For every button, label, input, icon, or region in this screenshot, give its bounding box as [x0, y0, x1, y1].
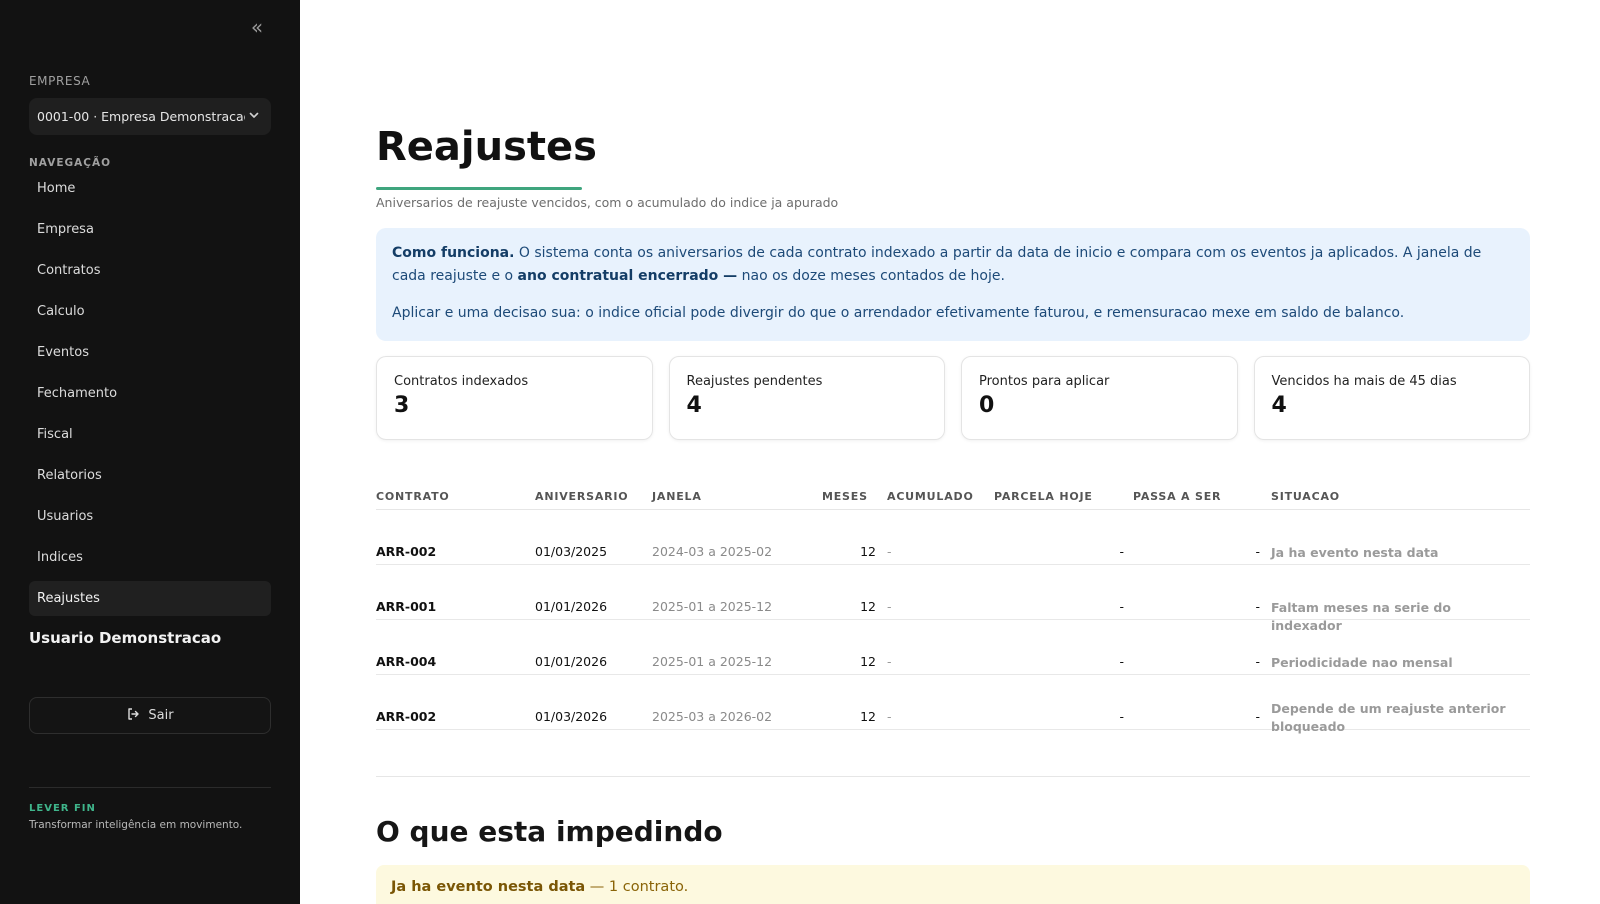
blocking-item: Ja ha evento nesta data — 1 contrato.: [376, 865, 1530, 904]
page-subtitle: Aniversarios de reajuste vencidos, com o…: [376, 195, 839, 210]
info-bold: ano contratual encerrado —: [517, 268, 738, 284]
card-value: 0: [979, 393, 995, 418]
logout-button[interactable]: Sair: [29, 697, 271, 734]
table-row[interactable]: ARR-004 01/01/2026 2025-01 a 2025-12 12 …: [376, 620, 1530, 675]
cell-janela: 2025-03 a 2026-02: [652, 709, 773, 724]
cell-parcela-hoje: -: [1119, 599, 1124, 614]
sidebar-item-reajustes[interactable]: Reajustes: [29, 581, 271, 616]
cell-acumulado: -: [887, 709, 892, 724]
cell-passa-a-ser: -: [1255, 654, 1260, 669]
summary-cards: Contratos indexados 3 Reajustes pendente…: [376, 356, 1530, 440]
sidebar-divider: [29, 787, 271, 788]
card-label: Vencidos ha mais de 45 dias: [1271, 374, 1457, 389]
card-prontos-para-aplicar: Prontos para aplicar 0: [961, 356, 1238, 440]
cell-meses: 12: [860, 654, 876, 669]
cell-janela: 2024-03 a 2025-02: [652, 544, 773, 559]
cell-contrato: ARR-002: [376, 709, 437, 724]
cell-meses: 12: [860, 599, 876, 614]
company-select[interactable]: 0001-00 · Empresa Demonstracao: [29, 98, 271, 135]
cell-aniversario: 01/03/2026: [535, 709, 608, 724]
cell-situacao: Periodicidade nao mensal: [1271, 655, 1453, 670]
brand-tagline: Transformar inteligência em movimento.: [29, 819, 243, 831]
header-contrato: CONTRATO: [376, 490, 450, 503]
header-situacao: SITUACAO: [1271, 490, 1340, 503]
cell-aniversario: 01/01/2026: [535, 654, 608, 669]
card-vencidos: Vencidos ha mais de 45 dias 4: [1253, 356, 1530, 440]
sidebar-item-empresa[interactable]: Empresa: [29, 212, 271, 247]
card-label: Reajustes pendentes: [686, 374, 823, 389]
info-paragraph-1: Como funciona. O sistema conta os aniver…: [392, 242, 1514, 288]
cell-aniversario: 01/01/2026: [535, 599, 608, 614]
cell-parcela-hoje: -: [1119, 654, 1124, 669]
sidebar-item-home[interactable]: Home: [29, 171, 271, 206]
cell-passa-a-ser: -: [1255, 599, 1260, 614]
sidebar-item-calculo[interactable]: Calculo: [29, 294, 271, 329]
header-aniversario: ANIVERSARIO: [535, 490, 629, 503]
cell-acumulado: -: [887, 654, 892, 669]
reajustes-table: CONTRATO ANIVERSARIO JANELA MESES ACUMUL…: [376, 486, 1530, 734]
card-value: 4: [686, 393, 702, 418]
logout-label: Sair: [148, 708, 174, 723]
info-text-b: nao os doze meses contados de hoje.: [737, 268, 1005, 284]
card-value: 3: [394, 393, 410, 418]
chevron-down-icon: [245, 109, 263, 124]
main-content: Reajustes Aniversarios de reajuste venci…: [376, 0, 1530, 904]
sidebar-item-fiscal[interactable]: Fiscal: [29, 417, 271, 452]
collapse-sidebar-icon[interactable]: «: [246, 16, 268, 38]
cell-parcela-hoje: -: [1119, 709, 1124, 724]
table-row[interactable]: ARR-001 01/01/2026 2025-01 a 2025-12 12 …: [376, 565, 1530, 633]
cell-acumulado: -: [887, 544, 892, 559]
cell-janela: 2025-01 a 2025-12: [652, 599, 773, 614]
cell-acumulado: -: [887, 599, 892, 614]
header-meses: MESES: [822, 490, 868, 503]
user-name: Usuario Demonstracao: [29, 629, 222, 647]
cell-contrato: ARR-001: [376, 599, 437, 614]
cell-janela: 2025-01 a 2025-12: [652, 654, 773, 669]
table-row[interactable]: ARR-002 01/03/2025 2024-03 a 2025-02 12 …: [376, 510, 1530, 565]
sidebar-item-contratos[interactable]: Contratos: [29, 253, 271, 288]
section-divider: [376, 776, 1530, 777]
sidebar: « EMPRESA 0001-00 · Empresa Demonstracao…: [0, 0, 300, 904]
cell-passa-a-ser: -: [1255, 544, 1260, 559]
card-label: Prontos para aplicar: [979, 374, 1110, 389]
sidebar-item-relatorios[interactable]: Relatorios: [29, 458, 271, 493]
table-header: CONTRATO ANIVERSARIO JANELA MESES ACUMUL…: [376, 486, 1530, 510]
card-value: 4: [1271, 393, 1287, 418]
cell-situacao: Depende de um reajuste anterior bloquead…: [1271, 701, 1506, 734]
header-parcela-hoje: PARCELA HOJE: [994, 490, 1093, 503]
header-janela: JANELA: [652, 490, 702, 503]
info-paragraph-2: Aplicar e uma decisao sua: o indice ofic…: [392, 305, 1405, 321]
table-row[interactable]: ARR-002 01/03/2026 2025-03 a 2026-02 12 …: [376, 675, 1530, 734]
header-passa-a-ser: PASSA A SER: [1133, 490, 1222, 503]
card-contratos-indexados: Contratos indexados 3: [376, 356, 653, 440]
cell-contrato: ARR-004: [376, 654, 437, 669]
header-acumulado: ACUMULADO: [887, 490, 974, 503]
title-underline: [376, 187, 582, 190]
cell-passa-a-ser: -: [1255, 709, 1260, 724]
cell-parcela-hoje: -: [1119, 544, 1124, 559]
cell-contrato: ARR-002: [376, 544, 437, 559]
blocking-item-text: — 1 contrato.: [585, 879, 689, 895]
cell-situacao: Ja ha evento nesta data: [1271, 545, 1439, 560]
cell-meses: 12: [860, 544, 876, 559]
card-label: Contratos indexados: [394, 374, 529, 389]
sidebar-item-indices[interactable]: Indices: [29, 540, 271, 575]
brand-name: LEVER FIN: [29, 803, 96, 814]
info-lead: Como funciona.: [392, 245, 515, 261]
sidebar-item-usuarios[interactable]: Usuarios: [29, 499, 271, 534]
cell-meses: 12: [860, 709, 876, 724]
logout-icon: [126, 707, 140, 725]
sidebar-item-eventos[interactable]: Eventos: [29, 335, 271, 370]
cell-aniversario: 01/03/2025: [535, 544, 608, 559]
sidebar-item-fechamento[interactable]: Fechamento: [29, 376, 271, 411]
blocking-item-lead: Ja ha evento nesta data: [391, 879, 586, 895]
section-title-impedindo: O que esta impedindo: [376, 815, 723, 848]
company-label: EMPRESA: [29, 74, 91, 88]
card-reajustes-pendentes: Reajustes pendentes 4: [668, 356, 945, 440]
info-box: Como funciona. O sistema conta os aniver…: [376, 228, 1530, 341]
page-title: Reajustes: [376, 124, 597, 170]
company-select-value: 0001-00 · Empresa Demonstracao: [37, 109, 245, 124]
nav-label: NAVEGAÇÃO: [29, 157, 112, 169]
